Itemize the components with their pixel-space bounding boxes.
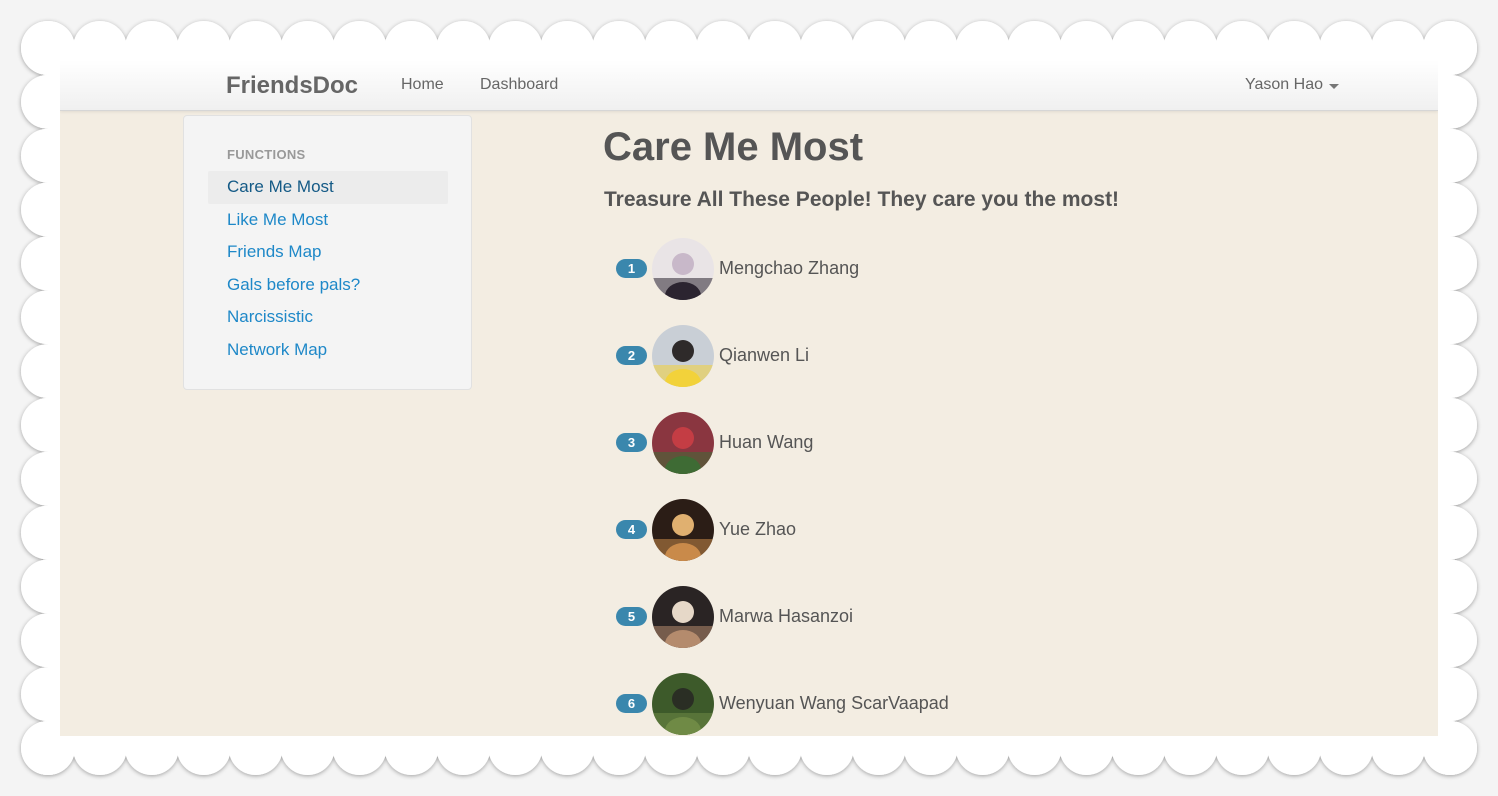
navbar: FriendsDoc Home Dashboard Yason Hao — [60, 60, 1438, 111]
friend-list: 1 Mengchao Zhang 2 Qianwen Li 3 Huan Wang 4 Yue… — [616, 238, 949, 736]
user-name: Yason Hao — [1245, 76, 1323, 93]
friend-name[interactable]: Yue Zhao — [719, 519, 796, 540]
friend-list-item: 2 Qianwen Li — [616, 325, 949, 412]
page-subtitle: Treasure All These People! They care you… — [604, 188, 1120, 211]
brand-logo[interactable]: FriendsDoc — [226, 72, 358, 100]
rank-badge: 1 — [616, 259, 647, 278]
avatar[interactable] — [652, 412, 714, 474]
app-window: FriendsDoc Home Dashboard Yason Hao FUNC… — [60, 60, 1438, 736]
friend-list-item: 6 Wenyuan Wang ScarVaapad — [616, 673, 949, 736]
friend-list-item: 3 Huan Wang — [616, 412, 949, 499]
friend-name[interactable]: Huan Wang — [719, 432, 813, 453]
friend-name[interactable]: Wenyuan Wang ScarVaapad — [719, 693, 949, 714]
sidebar: FUNCTIONS Care Me Most Like Me Most Friend… — [183, 115, 472, 390]
avatar[interactable] — [652, 673, 714, 735]
nav-home-link[interactable]: Home — [401, 76, 444, 94]
friend-list-item: 4 Yue Zhao — [616, 499, 949, 586]
sidebar-item-network-map[interactable]: Network Map — [208, 334, 448, 367]
page-title: Care Me Most — [603, 125, 864, 169]
nav-dashboard-link[interactable]: Dashboard — [480, 76, 558, 94]
friend-name[interactable]: Qianwen Li — [719, 345, 809, 366]
rank-badge: 3 — [616, 433, 647, 452]
rank-badge: 6 — [616, 694, 647, 713]
avatar[interactable] — [652, 238, 714, 300]
rank-badge: 4 — [616, 520, 647, 539]
sidebar-header: FUNCTIONS — [227, 147, 306, 162]
avatar[interactable] — [652, 325, 714, 387]
rank-badge: 5 — [616, 607, 647, 626]
sidebar-nav: Care Me Most Like Me Most Friends Map Gals … — [208, 171, 448, 366]
caret-down-icon — [1329, 83, 1339, 89]
user-dropdown[interactable]: Yason Hao — [1245, 76, 1339, 94]
avatar[interactable] — [652, 586, 714, 648]
sidebar-item-friends-map[interactable]: Friends Map — [208, 236, 448, 269]
friend-name[interactable]: Mengchao Zhang — [719, 258, 859, 279]
sidebar-item-gals-before-pals[interactable]: Gals before pals? — [208, 269, 448, 302]
friend-name[interactable]: Marwa Hasanzoi — [719, 606, 853, 627]
sidebar-item-like-me-most[interactable]: Like Me Most — [208, 204, 448, 237]
avatar[interactable] — [652, 499, 714, 561]
rank-badge: 2 — [616, 346, 647, 365]
friend-list-item: 1 Mengchao Zhang — [616, 238, 949, 325]
sidebar-item-care-me-most[interactable]: Care Me Most — [208, 171, 448, 204]
friend-list-item: 5 Marwa Hasanzoi — [616, 586, 949, 673]
sidebar-item-narcissistic[interactable]: Narcissistic — [208, 301, 448, 334]
